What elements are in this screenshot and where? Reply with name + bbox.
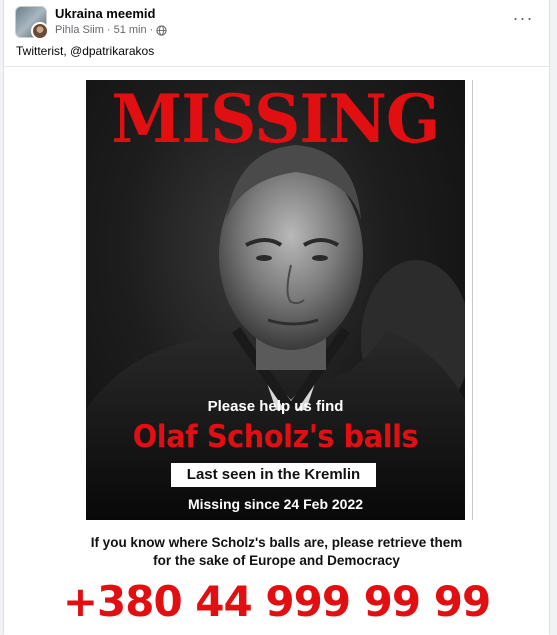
post-image[interactable]: MISSING Please help us find Olaf Scholz'… [4, 66, 549, 635]
more-options-icon: ··· [512, 8, 534, 28]
post-avatar[interactable] [15, 6, 49, 40]
facebook-post: Ukraina meemid Pihla Siim · 51 min · ···… [3, 0, 550, 635]
group-name-link[interactable]: Ukraina meemid [55, 6, 155, 21]
author-name-link[interactable]: Pihla Siim [55, 24, 104, 36]
last-seen-badge: Last seen in the Kremlin [171, 463, 376, 487]
poster-title: MISSING [111, 80, 440, 158]
meta-separator: · [106, 24, 111, 36]
missing-poster-photo: MISSING Please help us find Olaf Scholz'… [86, 80, 465, 520]
post-meta: Pihla Siim · 51 min · [55, 24, 167, 36]
poster-help-text: Please help us find [207, 398, 344, 415]
post-timestamp-link[interactable]: 51 min [114, 24, 147, 36]
meta-separator: · [149, 24, 154, 36]
user-avatar[interactable] [31, 22, 49, 40]
more-options-button[interactable]: ··· [509, 8, 537, 32]
post-caption: Twitterist, @dpatrikarakos [16, 44, 155, 58]
globe-icon[interactable] [156, 24, 167, 36]
poster-divider [472, 80, 473, 520]
plea-text-line-2: for the sake of Europe and Democracy [153, 553, 400, 568]
plea-text-line-1: If you know where Scholz's balls are, pl… [90, 535, 463, 550]
poster-target: Olaf Scholz's balls [132, 419, 419, 455]
missing-since-text: Missing since 24 Feb 2022 [187, 496, 364, 512]
phone-number: +380 44 999 99 99 [62, 577, 491, 626]
